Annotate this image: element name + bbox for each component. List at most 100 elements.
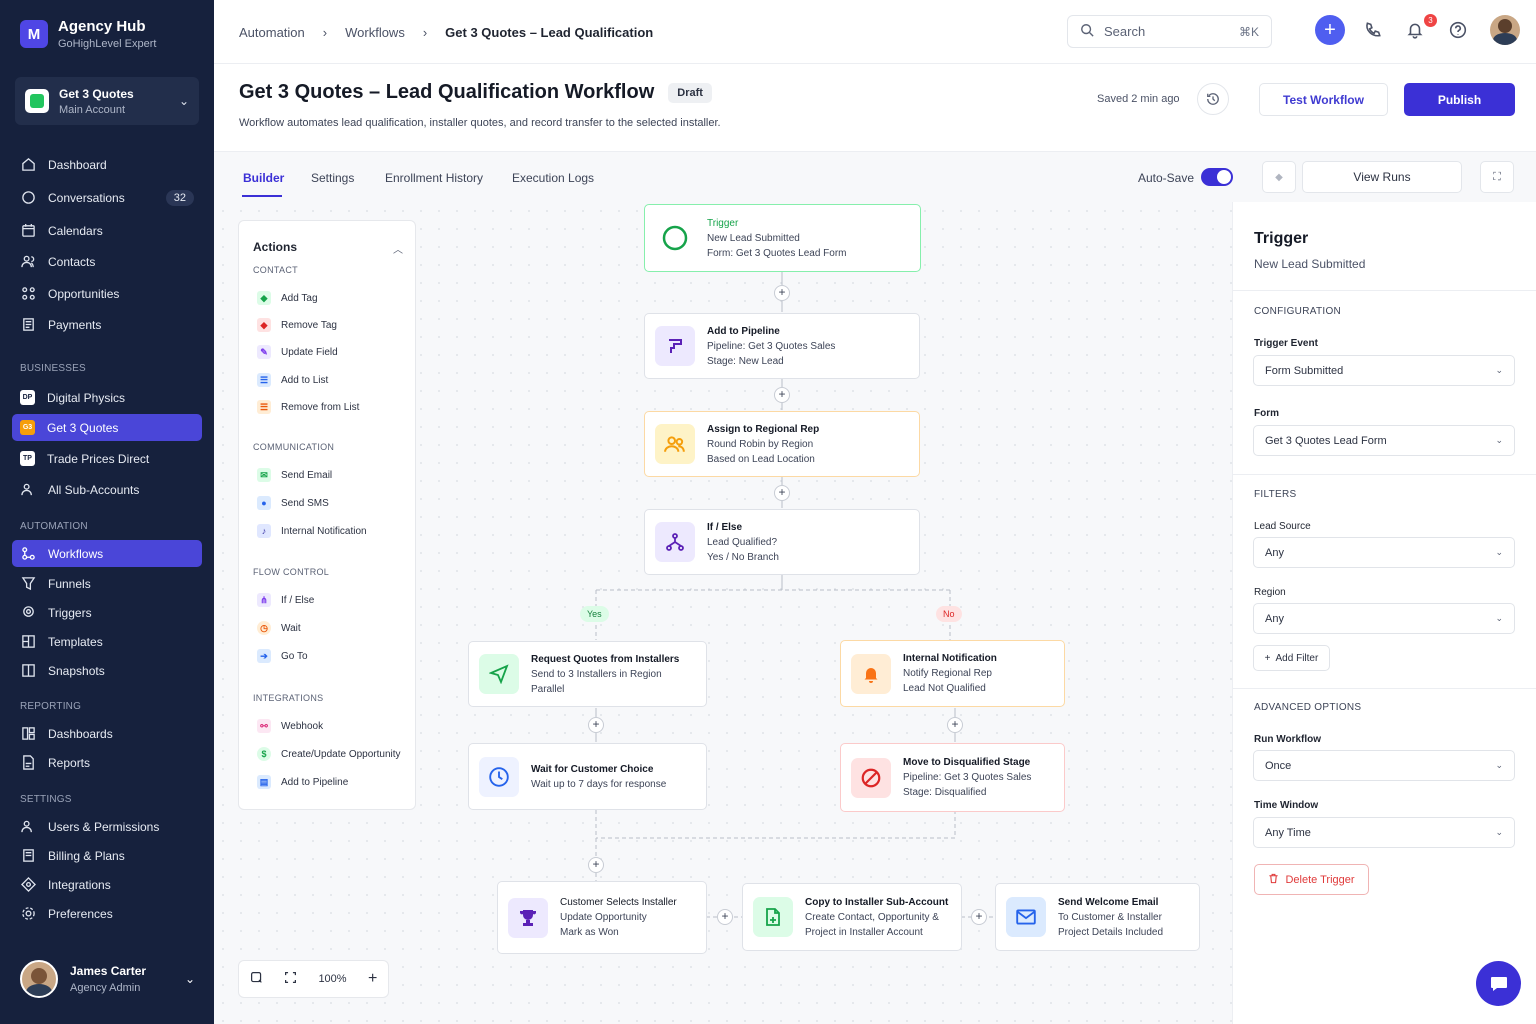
- chevron-down-icon: ⌄: [184, 972, 195, 986]
- expand-icon[interactable]: ⛶: [1480, 161, 1514, 193]
- form-select[interactable]: Get 3 Quotes Lead Form ⌄: [1253, 425, 1515, 456]
- action-add-to-pipeline[interactable]: ▤ Add to Pipeline: [257, 775, 348, 789]
- sidebar-item-conversations[interactable]: Conversations 32: [12, 184, 202, 211]
- action-add-to-list[interactable]: ☰ Add to List: [257, 373, 328, 387]
- breadcrumb-workflows[interactable]: Workflows: [345, 25, 405, 40]
- panel-subtitle: New Lead Submitted: [1254, 257, 1366, 271]
- collapse-icon[interactable]: ◆: [1262, 161, 1296, 193]
- sidebar-item-users-permissions[interactable]: Users & Permissions: [12, 813, 202, 840]
- sidebar-item-templates[interactable]: Templates: [12, 628, 202, 655]
- history-button[interactable]: [1197, 83, 1229, 115]
- action-update-field[interactable]: ✎ Update Field: [257, 345, 338, 359]
- add-step-button[interactable]: +: [717, 909, 733, 925]
- node-copy-to-installer[interactable]: Copy to Installer Sub-Account Create Cont…: [742, 883, 962, 951]
- sidebar-item-workflows[interactable]: Workflows: [12, 540, 202, 567]
- test-workflow-button[interactable]: Test Workflow: [1259, 83, 1388, 116]
- node-add-to-pipeline[interactable]: Add to Pipeline Pipeline: Get 3 Quotes Sa…: [644, 313, 920, 379]
- chat-widget-button[interactable]: [1476, 961, 1521, 1006]
- chevron-down-icon: ⌄: [178, 94, 189, 108]
- tab-settings[interactable]: Settings: [311, 171, 354, 185]
- view-runs-button[interactable]: View Runs: [1302, 161, 1462, 193]
- phone-icon[interactable]: [1362, 19, 1384, 41]
- add-step-button[interactable]: +: [588, 717, 604, 733]
- tab-execution-logs[interactable]: Execution Logs: [512, 171, 594, 185]
- sidebar-item-digital-physics[interactable]: DP Digital Physics: [12, 384, 202, 411]
- node-trigger[interactable]: Trigger New Lead Submitted Form: Get 3 Quo…: [644, 204, 921, 272]
- sidebar-item-funnels[interactable]: Funnels: [12, 570, 202, 597]
- brand-logo: M: [20, 20, 48, 48]
- sidebar-item-opportunities[interactable]: Opportunities: [12, 280, 202, 307]
- action-label: Create/Update Opportunity: [281, 748, 401, 760]
- sidebar-item-preferences[interactable]: Preferences: [12, 900, 202, 927]
- help-icon[interactable]: [1447, 19, 1469, 41]
- lead-source-select[interactable]: Any ⌄: [1253, 537, 1515, 568]
- node-request-quotes[interactable]: Request Quotes from Installers Send to 3 …: [468, 641, 707, 707]
- action-if-else[interactable]: ⋔ If / Else: [257, 593, 314, 607]
- add-filter-button[interactable]: + Add Filter: [1253, 645, 1330, 671]
- search-input[interactable]: Search ⌘K: [1067, 15, 1272, 48]
- sidebar-item-get-3-quotes[interactable]: G3 Get 3 Quotes: [12, 414, 202, 441]
- user-menu[interactable]: James Carter Agency Admin ⌄: [20, 960, 195, 998]
- sidebar-item-snapshots[interactable]: Snapshots: [12, 657, 202, 684]
- add-step-button[interactable]: +: [947, 717, 963, 733]
- sidebar-item-calendars[interactable]: Calendars: [12, 217, 202, 244]
- breadcrumb-automation[interactable]: Automation: [239, 25, 305, 40]
- delete-trigger-button[interactable]: Delete Trigger: [1254, 864, 1369, 895]
- autosave-toggle[interactable]: [1201, 168, 1233, 186]
- sidebar-item-dashboards[interactable]: Dashboards: [12, 720, 202, 747]
- add-step-button[interactable]: +: [774, 285, 790, 301]
- region-select[interactable]: Any ⌄: [1253, 603, 1515, 634]
- action-internal-notification[interactable]: ♪ Internal Notification: [257, 524, 367, 538]
- action-wait[interactable]: ◷ Wait: [257, 621, 301, 635]
- zoom-search-icon[interactable]: [250, 971, 263, 987]
- sidebar-item-dashboard[interactable]: Dashboard: [12, 151, 202, 178]
- add-step-button[interactable]: +: [774, 485, 790, 501]
- tab-builder[interactable]: Builder: [243, 171, 284, 185]
- create-button[interactable]: +: [1315, 15, 1345, 45]
- action-send-email[interactable]: ✉ Send Email: [257, 468, 332, 482]
- fit-view-icon[interactable]: [284, 971, 297, 987]
- sidebar-item-label: Reports: [48, 755, 91, 770]
- bell-icon[interactable]: [1404, 19, 1426, 41]
- node-line: Lead Not Qualified: [903, 683, 986, 694]
- tab-enrollment-history[interactable]: Enrollment History: [385, 171, 483, 185]
- action-webhook[interactable]: ⚯ Webhook: [257, 719, 323, 733]
- add-step-button[interactable]: +: [774, 387, 790, 403]
- chevron-up-icon[interactable]: ︿: [393, 241, 403, 256]
- profile-avatar[interactable]: [1490, 15, 1520, 45]
- section-settings: SETTINGS: [20, 794, 72, 805]
- time-window-select[interactable]: Any Time ⌄: [1253, 817, 1515, 848]
- delete-trigger-label: Delete Trigger: [1285, 873, 1355, 886]
- sidebar-item-contacts[interactable]: Contacts: [12, 248, 202, 275]
- sidebar-item-payments[interactable]: Payments: [12, 311, 202, 338]
- sidebar-item-triggers[interactable]: Triggers: [12, 599, 202, 626]
- action-create-update-opportunity[interactable]: $ Create/Update Opportunity: [257, 747, 401, 761]
- sidebar-item-billing-plans[interactable]: Billing & Plans: [12, 842, 202, 869]
- publish-button[interactable]: Publish: [1404, 83, 1515, 116]
- account-switcher[interactable]: Get 3 Quotes Main Account ⌄: [15, 77, 199, 125]
- action-remove-from-list[interactable]: ☰ Remove from List: [257, 400, 359, 414]
- node-assign-regional-rep[interactable]: Assign to Regional Rep Round Robin by Reg…: [644, 411, 920, 477]
- run-workflow-select[interactable]: Once ⌄: [1253, 750, 1515, 781]
- node-send-welcome-email[interactable]: Send Welcome Email To Customer & Installe…: [995, 883, 1200, 951]
- brand[interactable]: M Agency Hub GoHighLevel Expert: [20, 18, 156, 50]
- chat-icon: [20, 190, 36, 206]
- actions-title: Actions: [253, 240, 298, 254]
- zoom-in-icon[interactable]: +: [368, 970, 377, 988]
- action-send-sms[interactable]: ● Send SMS: [257, 496, 329, 510]
- node-move-disqualified[interactable]: Move to Disqualified Stage Pipeline: Get …: [840, 743, 1065, 812]
- add-step-button[interactable]: +: [971, 909, 987, 925]
- sidebar-item-integrations[interactable]: Integrations: [12, 871, 202, 898]
- sidebar-item-all-sub-accounts[interactable]: All Sub-Accounts: [12, 476, 202, 503]
- action-remove-tag[interactable]: ◆ Remove Tag: [257, 318, 337, 332]
- add-step-button[interactable]: +: [588, 857, 604, 873]
- action-go-to[interactable]: ➔ Go To: [257, 649, 308, 663]
- node-internal-notification[interactable]: Internal Notification Notify Regional Rep…: [840, 640, 1065, 707]
- sidebar-item-trade-prices-direct[interactable]: TP Trade Prices Direct: [12, 445, 202, 472]
- trigger-event-select[interactable]: Form Submitted ⌄: [1253, 355, 1515, 386]
- action-add-tag[interactable]: ◆ Add Tag: [257, 291, 318, 305]
- node-customer-selects-installer[interactable]: Customer Selects Installer Update Opportu…: [497, 881, 707, 954]
- node-wait-customer-choice[interactable]: Wait for Customer Choice Wait up to 7 day…: [468, 743, 707, 810]
- sidebar-item-reports[interactable]: Reports: [12, 749, 202, 776]
- node-if-else[interactable]: If / Else Lead Qualified? Yes / No Branch: [644, 509, 920, 575]
